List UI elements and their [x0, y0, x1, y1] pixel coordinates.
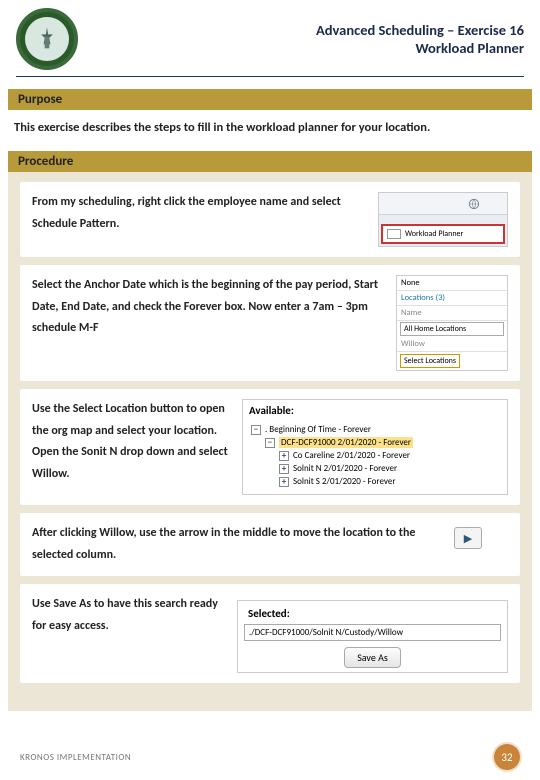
screenshot-selected: Selected: ./DCF-DCF91000/Solnit N/Custod… [237, 600, 508, 673]
step-5-text: Use Save As to have this search ready fo… [32, 594, 227, 637]
row-locations: Locations (3) [397, 291, 507, 306]
screenshot-tree: Available: − . Beginning Of Time - Forev… [242, 399, 508, 495]
expand-icon[interactable]: + [279, 464, 289, 474]
procedure-body: From my scheduling, right click the empl… [8, 172, 532, 711]
step-2-text: Select the Anchor Date which is the begi… [32, 275, 386, 340]
title-line1: Advanced Scheduling – Exercise 16 [90, 21, 524, 39]
willow-row: Willow [397, 337, 507, 352]
step-3-text: Use the Select Location button to open t… [32, 399, 232, 485]
save-as-button[interactable]: Save As [344, 647, 401, 668]
available-label: Available: [243, 400, 507, 421]
procedure-heading: Procedure [8, 151, 532, 172]
collapse-icon[interactable]: − [251, 425, 261, 435]
step-1-text: From my scheduling, right click the empl… [32, 192, 368, 235]
doc-title: Advanced Scheduling – Exercise 16 Worklo… [90, 21, 524, 57]
footer: KRONOS IMPLEMENTATION 32 [0, 744, 540, 770]
tab-icon [387, 229, 401, 239]
screenshot-workload-planner: Workload Planner [378, 192, 508, 247]
selected-value[interactable]: ./DCF-DCF91000/Solnit N/Custody/Willow [244, 624, 501, 641]
page-number: 32 [494, 744, 520, 770]
screenshot-location-panel: None Locations (3) Name All Home Locatio… [396, 275, 508, 371]
step-1: From my scheduling, right click the empl… [20, 182, 520, 257]
tree-child[interactable]: + Solnit N 2/01/2020 - Forever [251, 462, 503, 475]
arrow-right-icon: ▶ [464, 532, 472, 545]
step-2: Select the Anchor Date which is the begi… [20, 265, 520, 381]
tree-child[interactable]: + Solnit S 2/01/2020 - Forever [251, 475, 503, 488]
expand-icon[interactable]: + [279, 477, 289, 487]
tree-child[interactable]: + Co Careline 2/01/2020 - Forever [251, 449, 503, 462]
row-none: None [397, 276, 507, 291]
footer-text: KRONOS IMPLEMENTATION [20, 752, 131, 763]
title-underline [16, 76, 524, 77]
expand-icon[interactable]: + [279, 451, 289, 461]
title-line2: Workload Planner [90, 39, 524, 57]
tree-root[interactable]: − . Beginning Of Time - Forever [251, 423, 503, 436]
step-5: Use Save As to have this search ready fo… [20, 584, 520, 683]
purpose-heading: Purpose [8, 89, 532, 110]
selected-label: Selected: [244, 605, 501, 622]
state-seal [16, 8, 78, 70]
collapse-icon[interactable]: − [265, 438, 275, 448]
move-right-button[interactable]: ▶ [454, 527, 482, 549]
step-4: After clicking Willow, use the arrow in … [20, 513, 520, 576]
globe-icon [467, 197, 481, 211]
name-label: Name [397, 306, 507, 321]
select-locations-button[interactable]: Select Locations [400, 354, 460, 368]
tree-selected[interactable]: − DCF-DCF91000 2/01/2020 - Forever [251, 436, 503, 449]
purpose-text: This exercise describes the steps to fil… [0, 110, 540, 139]
workload-planner-tab: Workload Planner [405, 229, 463, 239]
step-4-text: After clicking Willow, use the arrow in … [32, 523, 418, 566]
step-3: Use the Select Location button to open t… [20, 389, 520, 505]
name-field[interactable]: All Home Locations [400, 322, 504, 336]
